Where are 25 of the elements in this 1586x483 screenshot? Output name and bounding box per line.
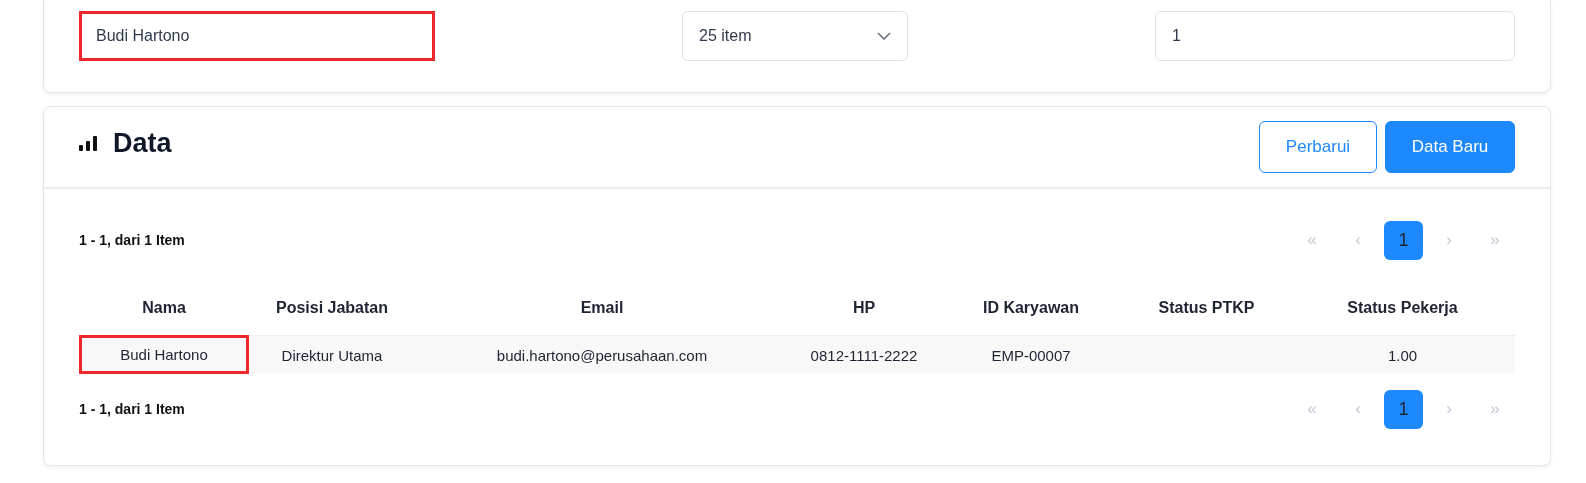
table-cell: 0812-1111-2222 <box>789 335 939 374</box>
table-cell: EMP-00007 <box>939 335 1123 374</box>
page-number-field[interactable]: 1 <box>1155 11 1515 61</box>
column-header: HP <box>851 297 877 318</box>
table-cell: Budi Hartono <box>79 335 249 374</box>
table-cell: budi.hartono@perusahaan.com <box>415 335 789 374</box>
new-data-button[interactable]: Data Baru <box>1385 121 1515 173</box>
column-header: Status PTKP <box>1157 297 1256 318</box>
item-count-text: 1 - 1, dari 1 Item <box>79 232 185 248</box>
column-header: Status Pekerja <box>1346 297 1459 318</box>
column-header: Posisi Jabatan <box>274 297 389 318</box>
refresh-button[interactable]: Perbarui <box>1259 121 1377 173</box>
item-count-text: 1 - 1, dari 1 Item <box>79 401 185 417</box>
bar-chart-icon <box>79 135 97 151</box>
table-cell: 1.00 <box>1290 335 1515 374</box>
table-cell: Direktur Utama <box>249 335 415 374</box>
column-header: ID Karyawan <box>981 297 1080 318</box>
page-button[interactable]: 1 <box>1384 220 1423 260</box>
page-size-dropdown[interactable]: 25 item <box>682 11 908 61</box>
column-header: Email <box>579 297 625 318</box>
column-header: Nama <box>141 297 187 318</box>
page-button[interactable]: 1 <box>1384 389 1423 429</box>
search-field[interactable]: Budi Hartono <box>79 11 435 61</box>
chevron-down-icon <box>877 32 891 40</box>
panel-title: Data <box>113 127 172 159</box>
